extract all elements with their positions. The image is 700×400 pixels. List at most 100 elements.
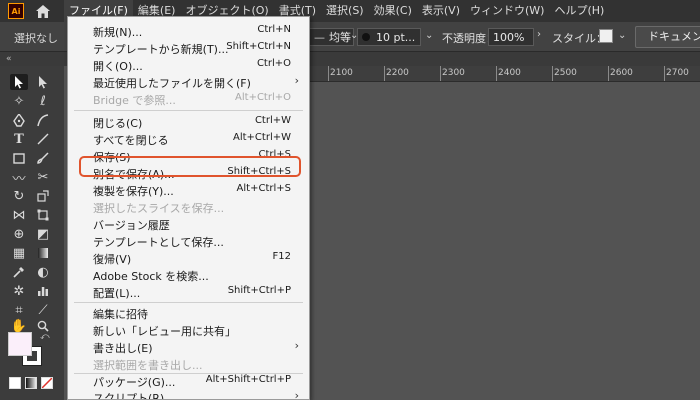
shape-builder-tool-icon[interactable]: ⊕ xyxy=(10,226,28,242)
menu-item-search-adobe-stock[interactable]: Adobe Stock を検索... xyxy=(68,266,309,283)
scissors-tool-icon[interactable]: ✂ xyxy=(34,169,52,185)
ruler-mark xyxy=(496,66,497,81)
menu-item-place[interactable]: 配置(L)... Shift+Ctrl+P xyxy=(68,283,309,300)
line-segment-tool-icon[interactable] xyxy=(34,131,52,147)
menu-select[interactable]: 選択(S) xyxy=(321,0,369,22)
menu-item-browse-bridge: Bridge で参照... Alt+Ctrl+O xyxy=(68,90,309,107)
menu-effect[interactable]: 効果(C) xyxy=(369,0,417,22)
ruler-mark xyxy=(384,66,385,81)
paintbrush-tool-icon[interactable] xyxy=(34,150,52,166)
menu-item-label: 最近使用したファイルを開く(F) xyxy=(93,77,251,90)
symbol-sprayer-tool-icon[interactable]: ✲ xyxy=(10,283,28,299)
menu-item-open[interactable]: 開く(O)... Ctrl+O xyxy=(68,56,309,73)
shaper-tool-icon[interactable]: 〰 xyxy=(10,169,28,187)
menu-item-invite-to-edit[interactable]: 編集に招待 xyxy=(68,304,309,321)
rotate-tool-icon[interactable]: ↻ xyxy=(10,188,28,204)
menu-item-label: テンプレートとして保存... xyxy=(93,236,224,249)
ruler-tick-label: 2600 xyxy=(610,68,633,78)
menu-item-share-for-review[interactable]: 新しい「レビュー用に共有」 xyxy=(68,321,309,338)
eyedropper-tool-icon[interactable] xyxy=(10,264,28,280)
ruler-tick-label: 2400 xyxy=(498,68,521,78)
menu-window[interactable]: ウィンドウ(W) xyxy=(465,0,549,22)
menu-item-label: Bridge で参照... xyxy=(93,94,176,107)
menu-item-new[interactable]: 新規(N)... Ctrl+N xyxy=(68,22,309,39)
menu-item-label: 開く(O)... xyxy=(93,60,143,73)
menu-item-shortcut: Ctrl+N xyxy=(257,24,291,35)
tools-panel: ✧ ℓ T 〰 ✂ ↻ ⋈ ⊕ ◩ ▦ ◐ ✲ ⌗ ⟋ ✋ ⤺ xyxy=(0,66,64,400)
fill-color-swatch[interactable] xyxy=(8,332,32,356)
illustrator-logo: Ai xyxy=(8,3,24,19)
scale-tool-icon[interactable] xyxy=(34,188,52,204)
menu-item-shortcut: Alt+Ctrl+W xyxy=(233,132,291,143)
rectangle-tool-icon[interactable] xyxy=(10,150,28,166)
menu-item-save-as-template[interactable]: テンプレートとして保存... xyxy=(68,232,309,249)
perspective-grid-tool-icon[interactable]: ◩ xyxy=(34,226,52,242)
color-mode-icon[interactable] xyxy=(9,377,21,389)
column-graph-tool-icon[interactable] xyxy=(34,283,52,299)
menu-item-label: 複製を保存(Y)... xyxy=(93,185,174,198)
document-setup-button[interactable]: ドキュメント設定 xyxy=(635,26,700,48)
menu-item-export[interactable]: 書き出し(E) › xyxy=(68,338,309,355)
menu-item-revert[interactable]: 復帰(V) F12 xyxy=(68,249,309,266)
stroke-profile-select[interactable]: — 均等 xyxy=(310,28,354,46)
selection-tool-icon[interactable] xyxy=(10,74,28,90)
graphic-style-swatch[interactable] xyxy=(599,29,613,43)
menu-item-close[interactable]: 閉じる(C) Ctrl+W xyxy=(68,113,309,130)
slice-tool-icon[interactable]: ⟋ xyxy=(34,302,52,318)
menu-item-label: 選択範囲を書き出し... xyxy=(93,359,203,372)
gradient-tool-icon[interactable] xyxy=(34,245,52,261)
menu-item-save-selected-slices: 選択したスライスを保存... xyxy=(68,198,309,215)
brush-definition-select[interactable]: 10 pt... xyxy=(357,28,421,46)
chevron-right-icon[interactable]: › xyxy=(537,29,541,40)
ruler-mark xyxy=(608,66,609,81)
swap-colors-icon[interactable]: ⤺ xyxy=(40,332,50,342)
artboard-tool-icon[interactable]: ⌗ xyxy=(10,302,28,318)
menu-item-package[interactable]: パッケージ(G)... Alt+Shift+Ctrl+P xyxy=(68,372,309,389)
ruler-mark xyxy=(552,66,553,81)
ruler-tick-label: 2200 xyxy=(386,68,409,78)
artboard-canvas[interactable] xyxy=(310,82,700,400)
gradient-mode-icon[interactable] xyxy=(25,377,37,389)
submenu-arrow-icon: › xyxy=(294,389,299,400)
menu-item-scripts[interactable]: スクリプト(R) › xyxy=(68,388,309,400)
menu-view[interactable]: 表示(V) xyxy=(417,0,465,22)
chevron-down-icon[interactable]: ⌄ xyxy=(618,30,626,41)
free-transform-tool-icon[interactable] xyxy=(34,207,52,223)
menu-item-open-recent[interactable]: 最近使用したファイルを開く(F) › xyxy=(68,73,309,90)
menu-item-shortcut: Ctrl+O xyxy=(256,58,291,69)
blend-tool-icon[interactable]: ◐ xyxy=(34,264,52,280)
ruler-tick-label: 2100 xyxy=(330,68,353,78)
menu-item-shortcut: Ctrl+W xyxy=(254,115,291,126)
menu-item-new-from-template[interactable]: テンプレートから新規(T)... Shift+Ctrl+N xyxy=(68,39,309,56)
collapse-panel-icon[interactable]: « xyxy=(6,52,12,66)
menu-item-label: すべてを閉じる xyxy=(93,134,169,147)
brush-dot-icon xyxy=(362,33,370,41)
menu-item-version-history[interactable]: バージョン履歴 xyxy=(68,215,309,232)
lasso-tool-icon[interactable]: ℓ xyxy=(34,93,52,109)
menu-item-shortcut: Alt+Ctrl+S xyxy=(236,183,291,194)
mesh-tool-icon[interactable]: ▦ xyxy=(10,245,28,261)
type-tool-icon[interactable]: T xyxy=(10,131,28,147)
menu-item-shortcut: Alt+Shift+Ctrl+P xyxy=(205,374,291,385)
direct-selection-tool-icon[interactable] xyxy=(34,74,52,90)
width-tool-icon[interactable]: ⋈ xyxy=(10,207,28,223)
menu-separator xyxy=(74,110,303,111)
menu-help[interactable]: ヘルプ(H) xyxy=(549,0,609,22)
menu-item-close-all[interactable]: すべてを閉じる Alt+Ctrl+W xyxy=(68,130,309,147)
brush-size-value: 10 pt... xyxy=(376,30,416,44)
pen-tool-icon[interactable] xyxy=(10,112,28,128)
menu-item-save-copy[interactable]: 複製を保存(Y)... Alt+Ctrl+S xyxy=(68,181,309,198)
magic-wand-tool-icon[interactable]: ✧ xyxy=(10,93,28,109)
chevron-down-icon[interactable]: ⌄ xyxy=(425,30,433,41)
home-icon[interactable] xyxy=(34,2,52,20)
submenu-arrow-icon: › xyxy=(294,74,299,87)
none-mode-icon[interactable] xyxy=(41,377,53,389)
ruler-tick-label: 2500 xyxy=(554,68,577,78)
ruler-mark xyxy=(440,66,441,81)
curvature-tool-icon[interactable] xyxy=(34,112,52,128)
menu-item-shortcut: Shift+Ctrl+N xyxy=(226,41,291,52)
menu-item-label: 新規(N)... xyxy=(93,26,143,39)
menu-item-label: 復帰(V) xyxy=(93,253,132,266)
opacity-input[interactable]: 100% xyxy=(488,28,534,46)
menu-item-label: 選択したスライスを保存... xyxy=(93,202,225,215)
